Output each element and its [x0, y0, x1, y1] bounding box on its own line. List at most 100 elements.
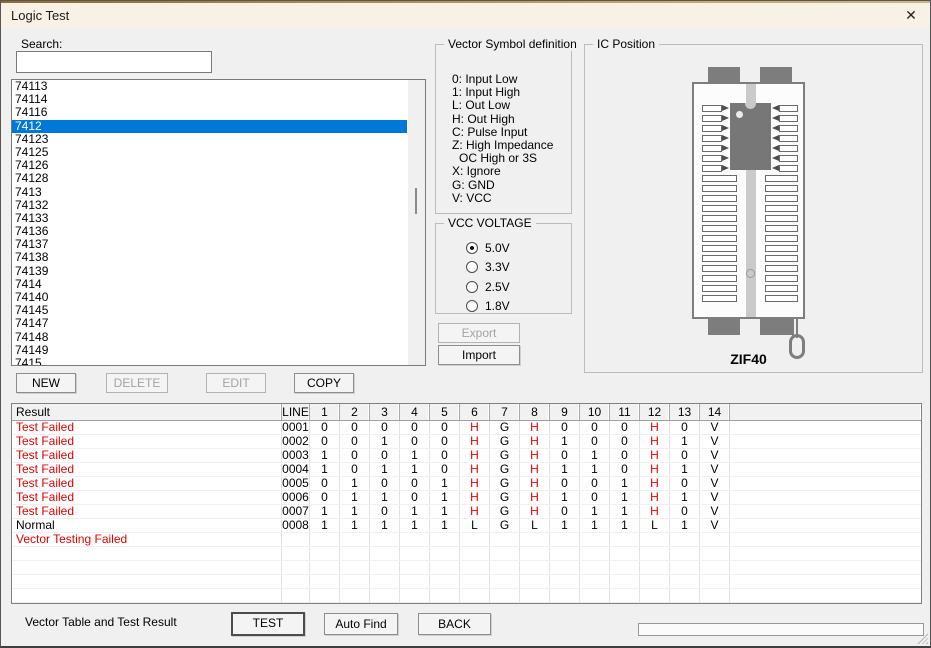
- ic-list-item[interactable]: 74114: [12, 93, 407, 106]
- column-header[interactable]: LINE: [282, 404, 310, 420]
- pin-value-cell: [340, 589, 370, 602]
- pin-value-cell: 1: [400, 505, 430, 518]
- scrollbar-thumb[interactable]: [415, 188, 417, 214]
- vcc-option[interactable]: 2.5V: [436, 277, 571, 297]
- pin-value-cell: [490, 575, 520, 588]
- ic-list-item[interactable]: 7413: [12, 186, 407, 199]
- pin-value-cell: [370, 575, 400, 588]
- ic-list-item[interactable]: 74138: [12, 251, 407, 264]
- line-cell: [282, 533, 310, 546]
- ic-list-item[interactable]: 74148: [12, 331, 407, 344]
- test-button[interactable]: TEST: [231, 612, 305, 636]
- ic-list-item[interactable]: 74133: [12, 212, 407, 225]
- column-header[interactable]: 10: [580, 404, 610, 420]
- table-row[interactable]: Test Failed000200100HGH100H1V: [12, 435, 921, 449]
- pin-value-cell: [430, 533, 460, 546]
- pin-value-cell: 0: [610, 435, 640, 448]
- pin-value-cell: H: [520, 449, 550, 462]
- pin-value-cell: G: [490, 505, 520, 518]
- column-header[interactable]: 12: [640, 404, 670, 420]
- search-input[interactable]: [16, 51, 212, 73]
- ic-list-item[interactable]: 7414: [12, 278, 407, 291]
- table-row[interactable]: Vector Testing Failed: [12, 533, 921, 547]
- column-header[interactable]: 8: [520, 404, 550, 420]
- radio-icon[interactable]: [466, 300, 478, 312]
- pin-value-cell: V: [700, 435, 730, 448]
- column-header[interactable]: 14: [700, 404, 730, 420]
- export-button[interactable]: Export: [438, 323, 520, 343]
- pin-slot: [779, 115, 798, 122]
- column-header[interactable]: 7: [490, 404, 520, 420]
- table-row[interactable]: Test Failed000100000HGH000H0V: [12, 421, 921, 435]
- ic-list-item[interactable]: 7412: [12, 120, 407, 133]
- pin-value-cell: [640, 575, 670, 588]
- table-row[interactable]: [12, 561, 921, 575]
- table-row[interactable]: [12, 575, 921, 589]
- line-cell: [282, 547, 310, 560]
- table-row[interactable]: Test Failed000501001HGH001H0V: [12, 477, 921, 491]
- copy-button[interactable]: COPY: [294, 373, 354, 393]
- column-header[interactable]: Result: [12, 404, 282, 420]
- table-row[interactable]: Test Failed000711011HGH011H0V: [12, 505, 921, 519]
- table-row[interactable]: [12, 589, 921, 603]
- vcc-option[interactable]: 5.0V: [436, 238, 571, 258]
- edit-button[interactable]: EDIT: [206, 373, 266, 393]
- ic-list-item[interactable]: 74128: [12, 172, 407, 185]
- ic-list-item[interactable]: 74136: [12, 225, 407, 238]
- filler-cell: [730, 421, 921, 434]
- column-header[interactable]: 6: [460, 404, 490, 420]
- radio-icon[interactable]: [466, 261, 478, 273]
- column-header[interactable]: 3: [370, 404, 400, 420]
- result-table-header[interactable]: ResultLINE1234567891011121314: [12, 404, 921, 421]
- result-table[interactable]: ResultLINE1234567891011121314 Test Faile…: [11, 403, 922, 604]
- delete-button[interactable]: DELETE: [106, 373, 168, 393]
- table-row[interactable]: Test Failed000410110HGH110H1V: [12, 463, 921, 477]
- column-header[interactable]: 4: [400, 404, 430, 420]
- auto-find-button[interactable]: Auto Find: [324, 613, 398, 635]
- pin-value-cell: [670, 589, 700, 602]
- ic-list-item[interactable]: 74123: [12, 133, 407, 146]
- vcc-option[interactable]: 3.3V: [436, 258, 571, 278]
- column-header[interactable]: 13: [670, 404, 700, 420]
- ic-list-item[interactable]: 74125: [12, 146, 407, 159]
- column-header[interactable]: 5: [430, 404, 460, 420]
- column-header[interactable]: 1: [310, 404, 340, 420]
- ic-list-item[interactable]: 74149: [12, 344, 407, 357]
- ic-list-item[interactable]: 74126: [12, 159, 407, 172]
- ic-list-item[interactable]: 74140: [12, 291, 407, 304]
- pin-value-cell: [640, 547, 670, 560]
- table-row[interactable]: Normal000811111LGL111L1V: [12, 519, 921, 533]
- ic-list-item[interactable]: 74137: [12, 238, 407, 251]
- ic-list-item[interactable]: 74132: [12, 199, 407, 212]
- pin-value-cell: 1: [400, 519, 430, 532]
- table-row[interactable]: Test Failed000601101HGH101H1V: [12, 491, 921, 505]
- ic-list-item[interactable]: 74113: [12, 80, 407, 93]
- pin-value-cell: [310, 561, 340, 574]
- radio-icon[interactable]: [466, 281, 478, 293]
- import-button[interactable]: Import: [438, 345, 520, 365]
- socket-screw: [746, 269, 755, 278]
- pin-value-cell: [460, 547, 490, 560]
- new-button[interactable]: NEW: [16, 373, 76, 393]
- back-button[interactable]: BACK: [418, 613, 491, 635]
- pin-value-cell: G: [490, 421, 520, 434]
- column-header[interactable]: 11: [610, 404, 640, 420]
- table-row[interactable]: Test Failed000310010HGH010H0V: [12, 449, 921, 463]
- pin-value-cell: V: [700, 491, 730, 504]
- ic-list[interactable]: 7411374114741167412741237412574126741287…: [11, 79, 426, 366]
- ic-list-item[interactable]: 74147: [12, 317, 407, 330]
- vcc-option-label: 3.3V: [485, 260, 510, 274]
- ic-list-item[interactable]: 74145: [12, 304, 407, 317]
- column-header[interactable]: 2: [340, 404, 370, 420]
- ic-list-item[interactable]: 74116: [12, 106, 407, 119]
- close-icon[interactable]: ✕: [900, 5, 922, 25]
- vcc-option[interactable]: 1.8V: [436, 297, 571, 317]
- result-table-body[interactable]: Test Failed000100000HGH000H0VTest Failed…: [12, 421, 921, 603]
- pin-value-cell: [400, 533, 430, 546]
- table-row[interactable]: [12, 547, 921, 561]
- ic-list-item[interactable]: 74139: [12, 265, 407, 278]
- ic-list-item[interactable]: 7415: [12, 357, 407, 366]
- radio-icon[interactable]: [466, 242, 478, 254]
- ic-list-scrollbar[interactable]: [408, 80, 425, 365]
- column-header[interactable]: 9: [550, 404, 580, 420]
